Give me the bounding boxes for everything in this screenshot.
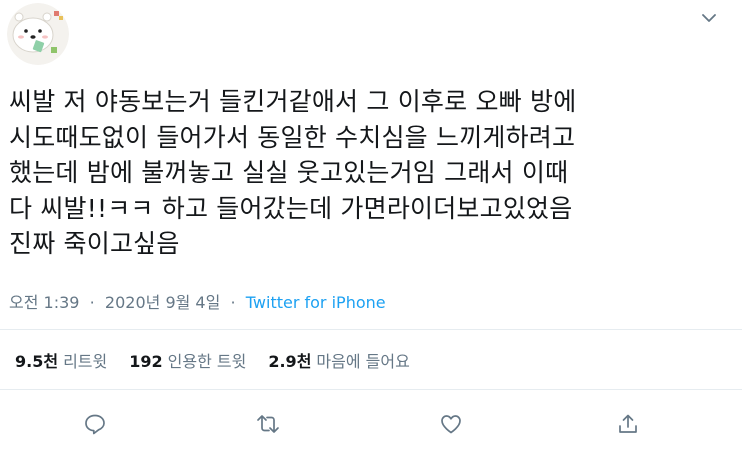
share-icon xyxy=(619,414,637,433)
reply-button[interactable] xyxy=(75,404,115,444)
tweet-text-line: 진짜 죽이고싶음 xyxy=(9,229,180,258)
retweet-icon xyxy=(257,415,279,433)
share-button[interactable] xyxy=(608,404,648,444)
likes-label: 마음에 들어요 xyxy=(316,352,410,371)
tweet-time[interactable]: 오전 1:39 xyxy=(9,293,79,312)
tweet-text-line: 시도때도없이 들어가서 동일한 수치심을 느끼게하려고 xyxy=(9,122,576,152)
polar-bear-avatar xyxy=(7,3,69,65)
meta-separator: · xyxy=(225,293,241,312)
tweet-text-line: 다 씨발!!ㅋㅋ 하고 들어갔는데 가면라이더보고있었음 xyxy=(9,193,573,223)
tweet-source-link[interactable]: Twitter for iPhone xyxy=(246,293,386,312)
likes-stat[interactable]: 2.9천 마음에 들어요 xyxy=(268,348,409,372)
divider xyxy=(0,329,742,330)
retweets-label: 리트윗 xyxy=(63,352,108,371)
tweet-date[interactable]: 2020년 9월 4일 xyxy=(105,293,220,312)
tweet-menu-button[interactable] xyxy=(695,6,723,30)
meta-separator: · xyxy=(84,293,100,312)
tweet-metadata: 오전 1:39 · 2020년 9월 4일 · Twitter for iPho… xyxy=(9,289,386,313)
tweet-text-line: 했는데 밤에 불꺼놓고 실실 웃고있는거임 그래서 이때 xyxy=(9,158,569,187)
tweet-text-line: 씨발 저 야동보는거 들킨거같애서 그 이후로 오빠 방에 xyxy=(9,87,577,116)
like-button[interactable] xyxy=(431,404,471,444)
tweet-actions xyxy=(0,404,742,444)
quotes-stat[interactable]: 192 인용한 트윗 xyxy=(129,348,246,372)
avatar[interactable] xyxy=(7,3,69,65)
divider xyxy=(0,389,742,390)
tweet: 씨발 저 야동보는거 들킨거같애서 그 이후로 오빠 방에 시도때도없이 들어가… xyxy=(0,0,742,456)
heart-icon xyxy=(441,415,461,434)
retweets-count: 9.5천 xyxy=(15,352,59,371)
tweet-text: 씨발 저 야동보는거 들킨거같애서 그 이후로 오빠 방에 시도때도없이 들어가… xyxy=(9,84,737,262)
tweet-stats: 9.5천 리트윗 192 인용한 트윗 2.9천 마음에 들어요 xyxy=(15,348,432,372)
quotes-count: 192 xyxy=(129,352,163,371)
quotes-label: 인용한 트윗 xyxy=(167,352,247,371)
retweets-stat[interactable]: 9.5천 리트윗 xyxy=(15,348,107,372)
likes-count: 2.9천 xyxy=(268,352,312,371)
chevron-down-icon xyxy=(702,13,716,22)
reply-icon xyxy=(85,414,105,435)
retweet-button[interactable] xyxy=(248,404,288,444)
